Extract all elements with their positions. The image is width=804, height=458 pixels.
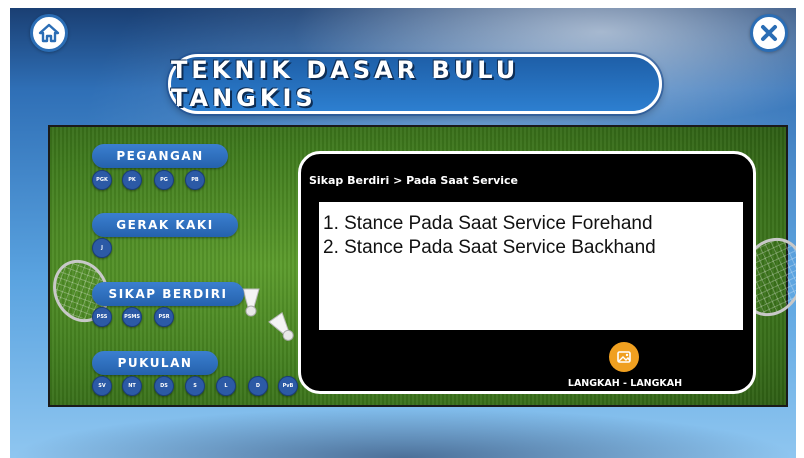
chip-label: PvB: [282, 383, 294, 389]
chip-s[interactable]: S: [185, 376, 205, 396]
menu-section-label: PEGANGAN: [116, 149, 204, 163]
chip-label: D: [255, 383, 261, 389]
chip-l[interactable]: L: [216, 376, 236, 396]
chip-label: PK: [128, 177, 136, 183]
home-button[interactable]: [30, 14, 68, 52]
menu-section-label: PUKULAN: [117, 356, 193, 370]
close-icon: [761, 25, 777, 41]
chip-label: PSS: [96, 314, 108, 320]
steps-label[interactable]: LANGKAH - LANGKAH: [557, 378, 693, 389]
title-banner: TEKNIK DASAR BULU TANGKIS: [168, 54, 662, 114]
content-text-area: 1. Stance Pada Saat Service Forehand 2. …: [319, 202, 743, 330]
chip-pvb[interactable]: PvB: [278, 376, 298, 396]
folder-image-icon: [617, 351, 631, 363]
chip-psr[interactable]: PSR: [154, 307, 174, 327]
chip-label: S: [193, 383, 197, 389]
chip-pss[interactable]: PSS: [92, 307, 112, 327]
chip-label: L: [224, 383, 228, 389]
content-line[interactable]: 1. Stance Pada Saat Service Forehand: [323, 212, 743, 236]
bottom-shadow: [10, 408, 796, 458]
menu-section-gerak-kaki[interactable]: GERAK KAKI: [92, 213, 238, 237]
home-icon: [38, 23, 60, 43]
chip-label: NT: [128, 383, 136, 389]
menu-section-sikap-berdiri[interactable]: SIKAP BERDIRI: [92, 282, 244, 306]
chip-label: PSMS: [124, 314, 140, 320]
chip-pb[interactable]: PB: [185, 170, 205, 190]
chip-pgk[interactable]: PGK: [92, 170, 112, 190]
chip-pk[interactable]: PK: [122, 170, 142, 190]
menu-section-label: GERAK KAKI: [116, 218, 214, 232]
menu-section-pegangan[interactable]: PEGANGAN: [92, 144, 228, 168]
menu-section-pukulan[interactable]: PUKULAN: [92, 351, 218, 375]
chip-nt[interactable]: NT: [122, 376, 142, 396]
menu-section-label: SIKAP BERDIRI: [108, 287, 228, 301]
chip-j[interactable]: J: [92, 238, 112, 258]
app-frame: TEKNIK DASAR BULU TANGKIS PEGANGAN PGK P…: [10, 8, 796, 458]
shuttlecock-icon: [268, 311, 294, 341]
chip-label: PSR: [158, 314, 170, 320]
close-button[interactable]: [750, 14, 788, 52]
steps-button[interactable]: [609, 342, 639, 372]
breadcrumb: Sikap Berdiri > Pada Saat Service: [309, 174, 519, 187]
content-card: Sikap Berdiri > Pada Saat Service 1. Sta…: [298, 151, 756, 394]
chip-label: PG: [160, 177, 168, 183]
chip-pg[interactable]: PG: [154, 170, 174, 190]
page-title: TEKNIK DASAR BULU TANGKIS: [171, 56, 520, 112]
chip-psms[interactable]: PSMS: [122, 307, 142, 327]
chip-label: PB: [191, 177, 199, 183]
chip-label: PGK: [96, 177, 108, 183]
chip-ds[interactable]: DS: [154, 376, 174, 396]
chip-sv[interactable]: SV: [92, 376, 112, 396]
chip-label: DS: [160, 383, 168, 389]
chip-d[interactable]: D: [248, 376, 268, 396]
content-line[interactable]: 2. Stance Pada Saat Service Backhand: [323, 236, 743, 260]
chip-label: SV: [98, 383, 106, 389]
chip-label: J: [101, 245, 103, 251]
